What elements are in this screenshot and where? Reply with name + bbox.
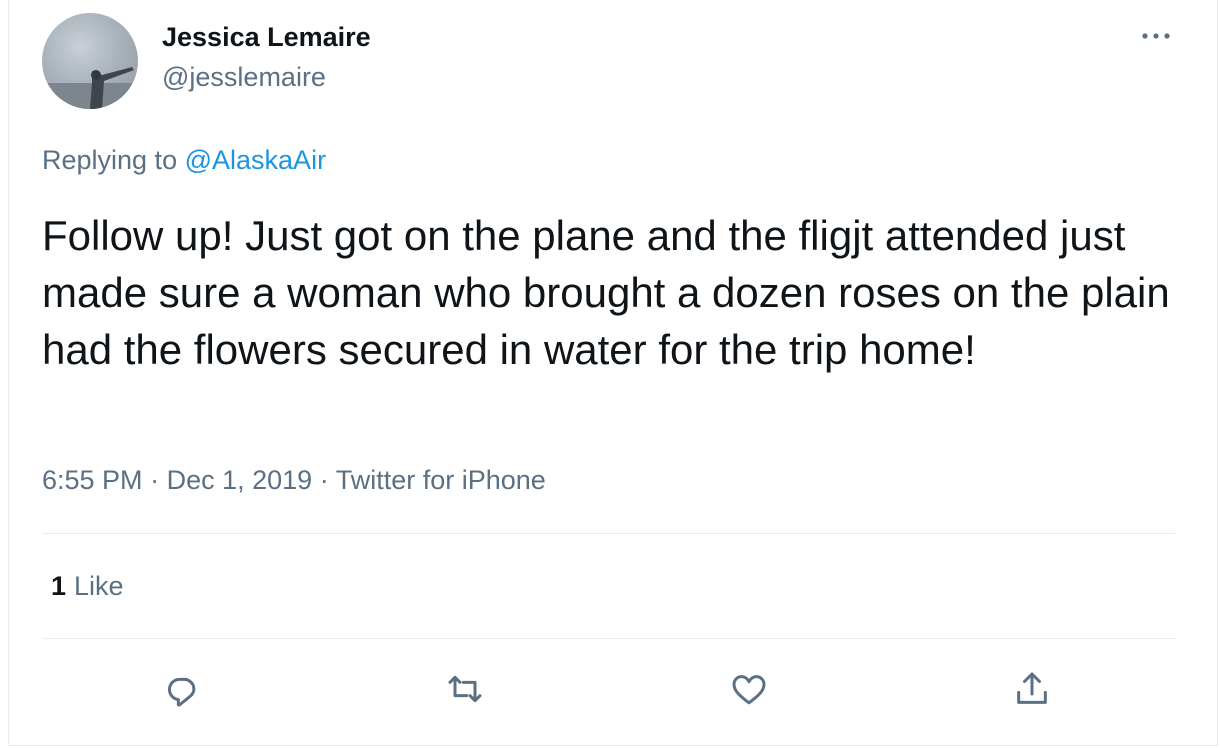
likes-count-link[interactable]: 1 Like xyxy=(51,571,124,602)
tweet-date[interactable]: Dec 1, 2019 xyxy=(167,465,313,495)
author-name[interactable]: Jessica Lemaire xyxy=(162,22,371,53)
tweet-card: Jessica Lemaire @jesslemaire Replying to… xyxy=(8,0,1218,746)
mention-link[interactable]: @AlaskaAir xyxy=(185,145,326,175)
like-count: 1 xyxy=(51,571,67,601)
like-button[interactable] xyxy=(727,667,771,711)
author-handle[interactable]: @jesslemaire xyxy=(162,62,326,93)
tweet-time[interactable]: 6:55 PM xyxy=(42,465,143,495)
retweet-button[interactable] xyxy=(443,667,487,711)
avatar-photo xyxy=(42,67,138,109)
tweet-source[interactable]: Twitter for iPhone xyxy=(336,465,546,495)
heart-icon xyxy=(732,675,766,705)
meta-separator: · xyxy=(319,465,329,495)
reply-icon xyxy=(167,677,196,707)
meta-separator: · xyxy=(150,465,160,495)
reply-button[interactable] xyxy=(161,667,205,711)
more-horizontal-icon[interactable] xyxy=(1139,22,1173,50)
divider xyxy=(42,533,1175,534)
tweet-text: Follow up! Just got on the plane and the… xyxy=(42,212,1170,373)
retweet-icon xyxy=(448,675,482,703)
share-icon xyxy=(1017,672,1047,704)
like-label: Like xyxy=(74,571,124,601)
tweet-meta: 6:55 PM · Dec 1, 2019 · Twitter for iPho… xyxy=(42,465,546,496)
share-button[interactable] xyxy=(1010,667,1054,711)
replying-prefix: Replying to xyxy=(42,145,178,175)
avatar[interactable] xyxy=(42,13,138,109)
replying-to: Replying to @AlaskaAir xyxy=(42,145,326,176)
divider xyxy=(42,638,1175,639)
